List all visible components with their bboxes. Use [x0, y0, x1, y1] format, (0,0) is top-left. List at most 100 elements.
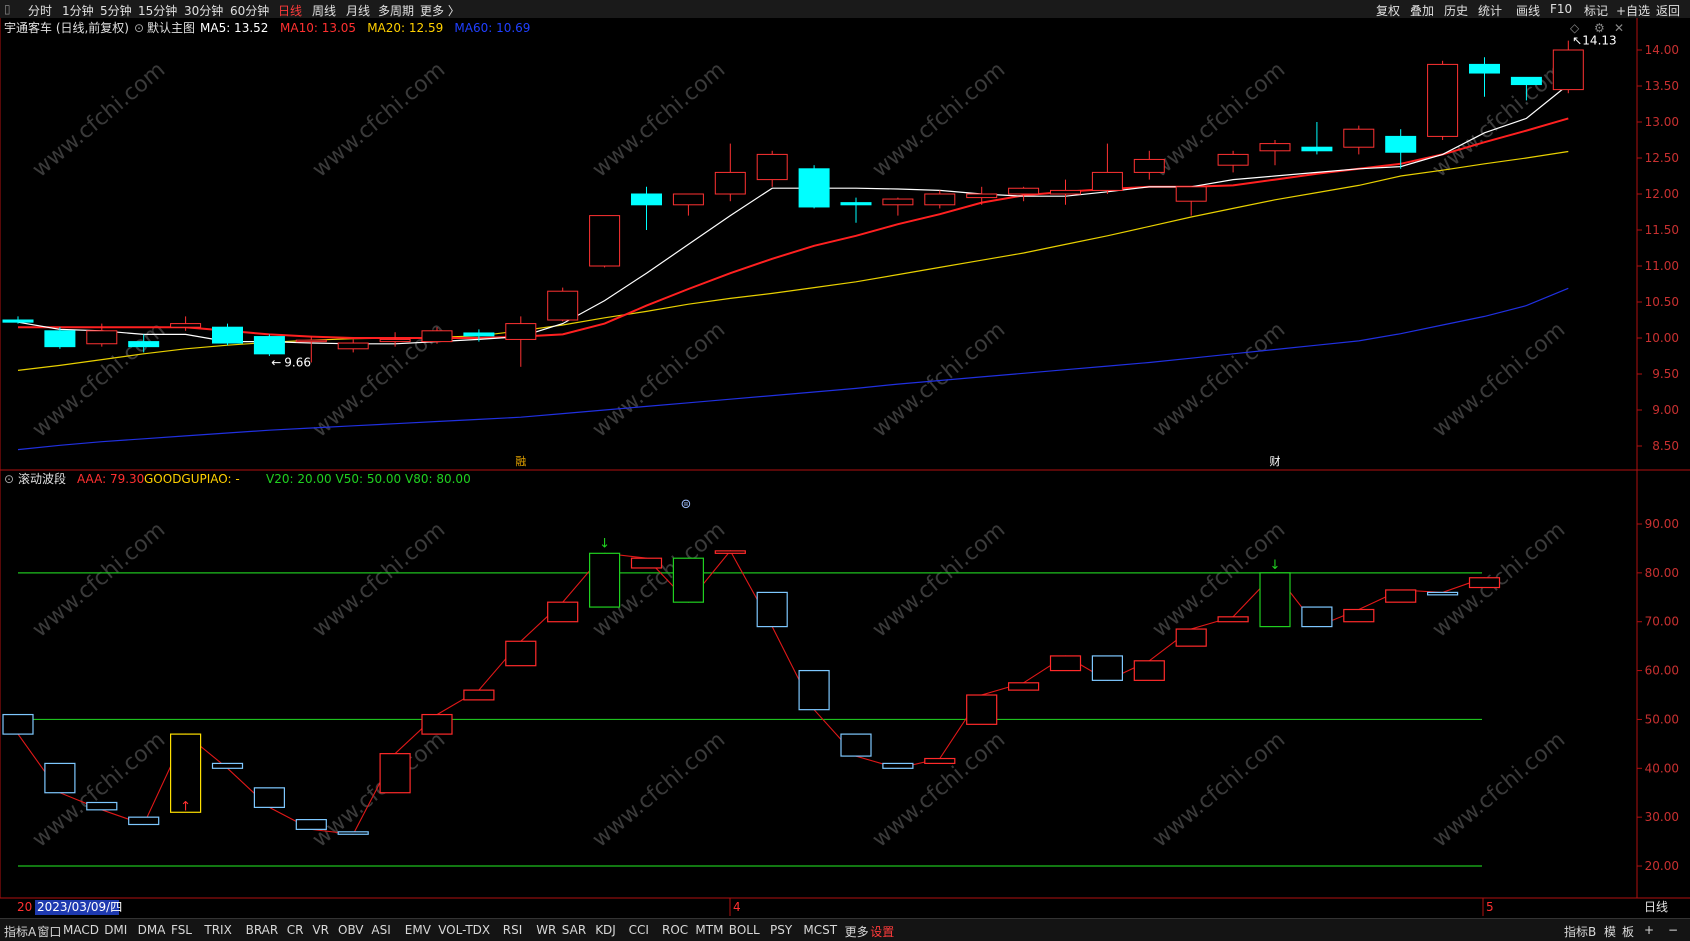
indicator-tab-12[interactable]: EMV: [405, 923, 431, 937]
period-tab-8[interactable]: 月线: [346, 2, 370, 19]
indicator-tab-10[interactable]: OBV: [338, 923, 364, 937]
indicator-tab-16[interactable]: SAR: [562, 923, 586, 937]
indicator-tab-11[interactable]: ASI: [371, 923, 390, 937]
gear-icon: ⚙: [1594, 21, 1605, 35]
high-arrow: ↖: [1572, 34, 1582, 48]
candle-body-14: [589, 215, 621, 267]
candle-body-20: [840, 202, 872, 206]
indicator-tab-14[interactable]: RSI: [503, 923, 523, 937]
indicator-tab-3[interactable]: DMI: [104, 923, 127, 937]
candle-body-6: [253, 336, 285, 355]
indicator-tab-5[interactable]: FSL: [171, 923, 192, 937]
action-7[interactable]: +自选: [1616, 2, 1650, 19]
candle-body-19: [798, 168, 830, 208]
info-icon: ⊜: [681, 497, 692, 512]
band-bar-25: [1049, 655, 1082, 672]
month-label-4: 4: [733, 900, 741, 914]
period-tab-0[interactable]: 分时: [28, 2, 52, 19]
action-6[interactable]: 标记: [1584, 2, 1608, 19]
action-2[interactable]: 历史: [1444, 2, 1468, 19]
sub-tick-0: 90.00: [1645, 517, 1679, 531]
indicator-tab-24[interactable]: 更多: [845, 923, 869, 940]
indicator-tab-1[interactable]: 窗口: [37, 923, 61, 940]
candle-body-23: [966, 193, 998, 199]
indicator-tab-15[interactable]: WR: [536, 923, 556, 937]
candle-body-15: [631, 193, 662, 206]
month-label-5: 5: [1486, 900, 1494, 914]
period-tab-2[interactable]: 5分钟: [100, 2, 132, 19]
kline-chart[interactable]: www.cfchi.com www.cfchi.com www.cfchi.com w…: [0, 18, 1690, 918]
candle-body-16: [672, 193, 704, 206]
action-8[interactable]: 返回: [1656, 2, 1680, 19]
indicator-tab-13[interactable]: VOL-TDX: [438, 923, 490, 937]
sell-arrow-2: ↓: [1270, 558, 1281, 573]
sub-tick-4: 50.00: [1645, 712, 1679, 726]
band-bar-20: [840, 733, 872, 757]
indicator-tab-9[interactable]: VR: [312, 923, 329, 937]
band-bar-9: [379, 753, 411, 794]
price-tick-6: 11.00: [1645, 259, 1679, 273]
period-tab-6[interactable]: 日线: [278, 2, 302, 19]
indicator-tab-19[interactable]: ROC: [662, 923, 688, 937]
period-tab-4[interactable]: 30分钟: [184, 2, 223, 19]
indicator-tab-17[interactable]: KDJ: [595, 923, 616, 937]
band-bar-23: [966, 694, 998, 725]
price-tick-1: 13.50: [1645, 79, 1679, 93]
candle-body-12: [505, 323, 537, 340]
indicator-tab-22[interactable]: PSY: [770, 923, 792, 937]
marker-cai: 财: [1270, 454, 1281, 468]
band-bar-18: [756, 591, 788, 628]
action-3[interactable]: 统计: [1478, 2, 1502, 19]
indicator-tab-20[interactable]: MTM: [695, 923, 723, 937]
period-tab-5[interactable]: 60分钟: [230, 2, 269, 19]
high-label: 14.13: [1582, 34, 1616, 48]
band-bar-17: [714, 550, 746, 554]
band-bar-31: [1301, 606, 1333, 628]
band-bar-1: [44, 762, 76, 794]
right-tab-2[interactable]: 板: [1622, 923, 1634, 940]
ma-label-0: MA5: 13.52: [200, 21, 268, 35]
indicator-tab-23[interactable]: MCST: [803, 923, 837, 937]
band-bar-12: [505, 640, 537, 667]
candle-body-10: [421, 330, 453, 343]
period-tab-1[interactable]: 1分钟: [62, 2, 94, 19]
indicator-tab-6[interactable]: TRIX: [204, 923, 231, 937]
stock-title: 宇通客车 (日线,前复权): [4, 20, 129, 35]
buy-arrow: ↑: [180, 799, 191, 814]
candle-body-30: [1259, 143, 1291, 152]
action-4[interactable]: 画线: [1516, 2, 1540, 19]
settings-tab[interactable]: 设置: [870, 923, 894, 940]
band-bar-10: [421, 713, 453, 735]
band-bar-30: [1259, 572, 1291, 628]
candle-body-24: [1008, 187, 1040, 195]
period-tab-10[interactable]: 更多 〉: [420, 2, 460, 19]
chart-selector-icon: ⊙: [134, 21, 144, 35]
indicator-tab-8[interactable]: CR: [287, 923, 304, 937]
period-tab-9[interactable]: 多周期: [378, 2, 414, 19]
window-menu-icon[interactable]: ▯: [4, 2, 11, 16]
indicator-tab-18[interactable]: CCI: [629, 923, 649, 937]
band-bar-34: [1426, 591, 1459, 596]
right-tab-1[interactable]: 模: [1604, 923, 1616, 940]
sub-tick-6: 30.00: [1645, 810, 1679, 824]
indicator-tab-21[interactable]: BOLL: [729, 923, 760, 937]
price-tick-2: 13.00: [1645, 115, 1679, 129]
aaa-value: AAA: 79.30: [77, 472, 144, 486]
indicator-tab-4[interactable]: DMA: [138, 923, 166, 937]
indicator-tab-7[interactable]: BRAR: [246, 923, 279, 937]
band-bar-7: [295, 819, 327, 830]
indicator-tab-2[interactable]: MACD: [63, 923, 99, 937]
period-tab-7[interactable]: 周线: [312, 2, 336, 19]
action-1[interactable]: 叠加: [1410, 2, 1434, 19]
band-bar-0: [2, 713, 34, 735]
right-tab-3[interactable]: +: [1644, 923, 1654, 937]
indicator-tabbar: 指标A 窗口 MACD DMI DMA FSL TRIX BRAR CR VR OBV ASI EMV V…: [0, 918, 1690, 941]
candle-body-34: [1427, 63, 1459, 137]
action-0[interactable]: 复权: [1376, 2, 1400, 19]
price-tick-3: 12.50: [1645, 151, 1679, 165]
indicator-tab-0[interactable]: 指标A: [4, 923, 36, 940]
action-5[interactable]: F10: [1550, 2, 1572, 16]
period-tab-3[interactable]: 15分钟: [138, 2, 177, 19]
right-tab-0[interactable]: 指标B: [1564, 923, 1596, 940]
right-tab-4[interactable]: −: [1668, 923, 1678, 937]
